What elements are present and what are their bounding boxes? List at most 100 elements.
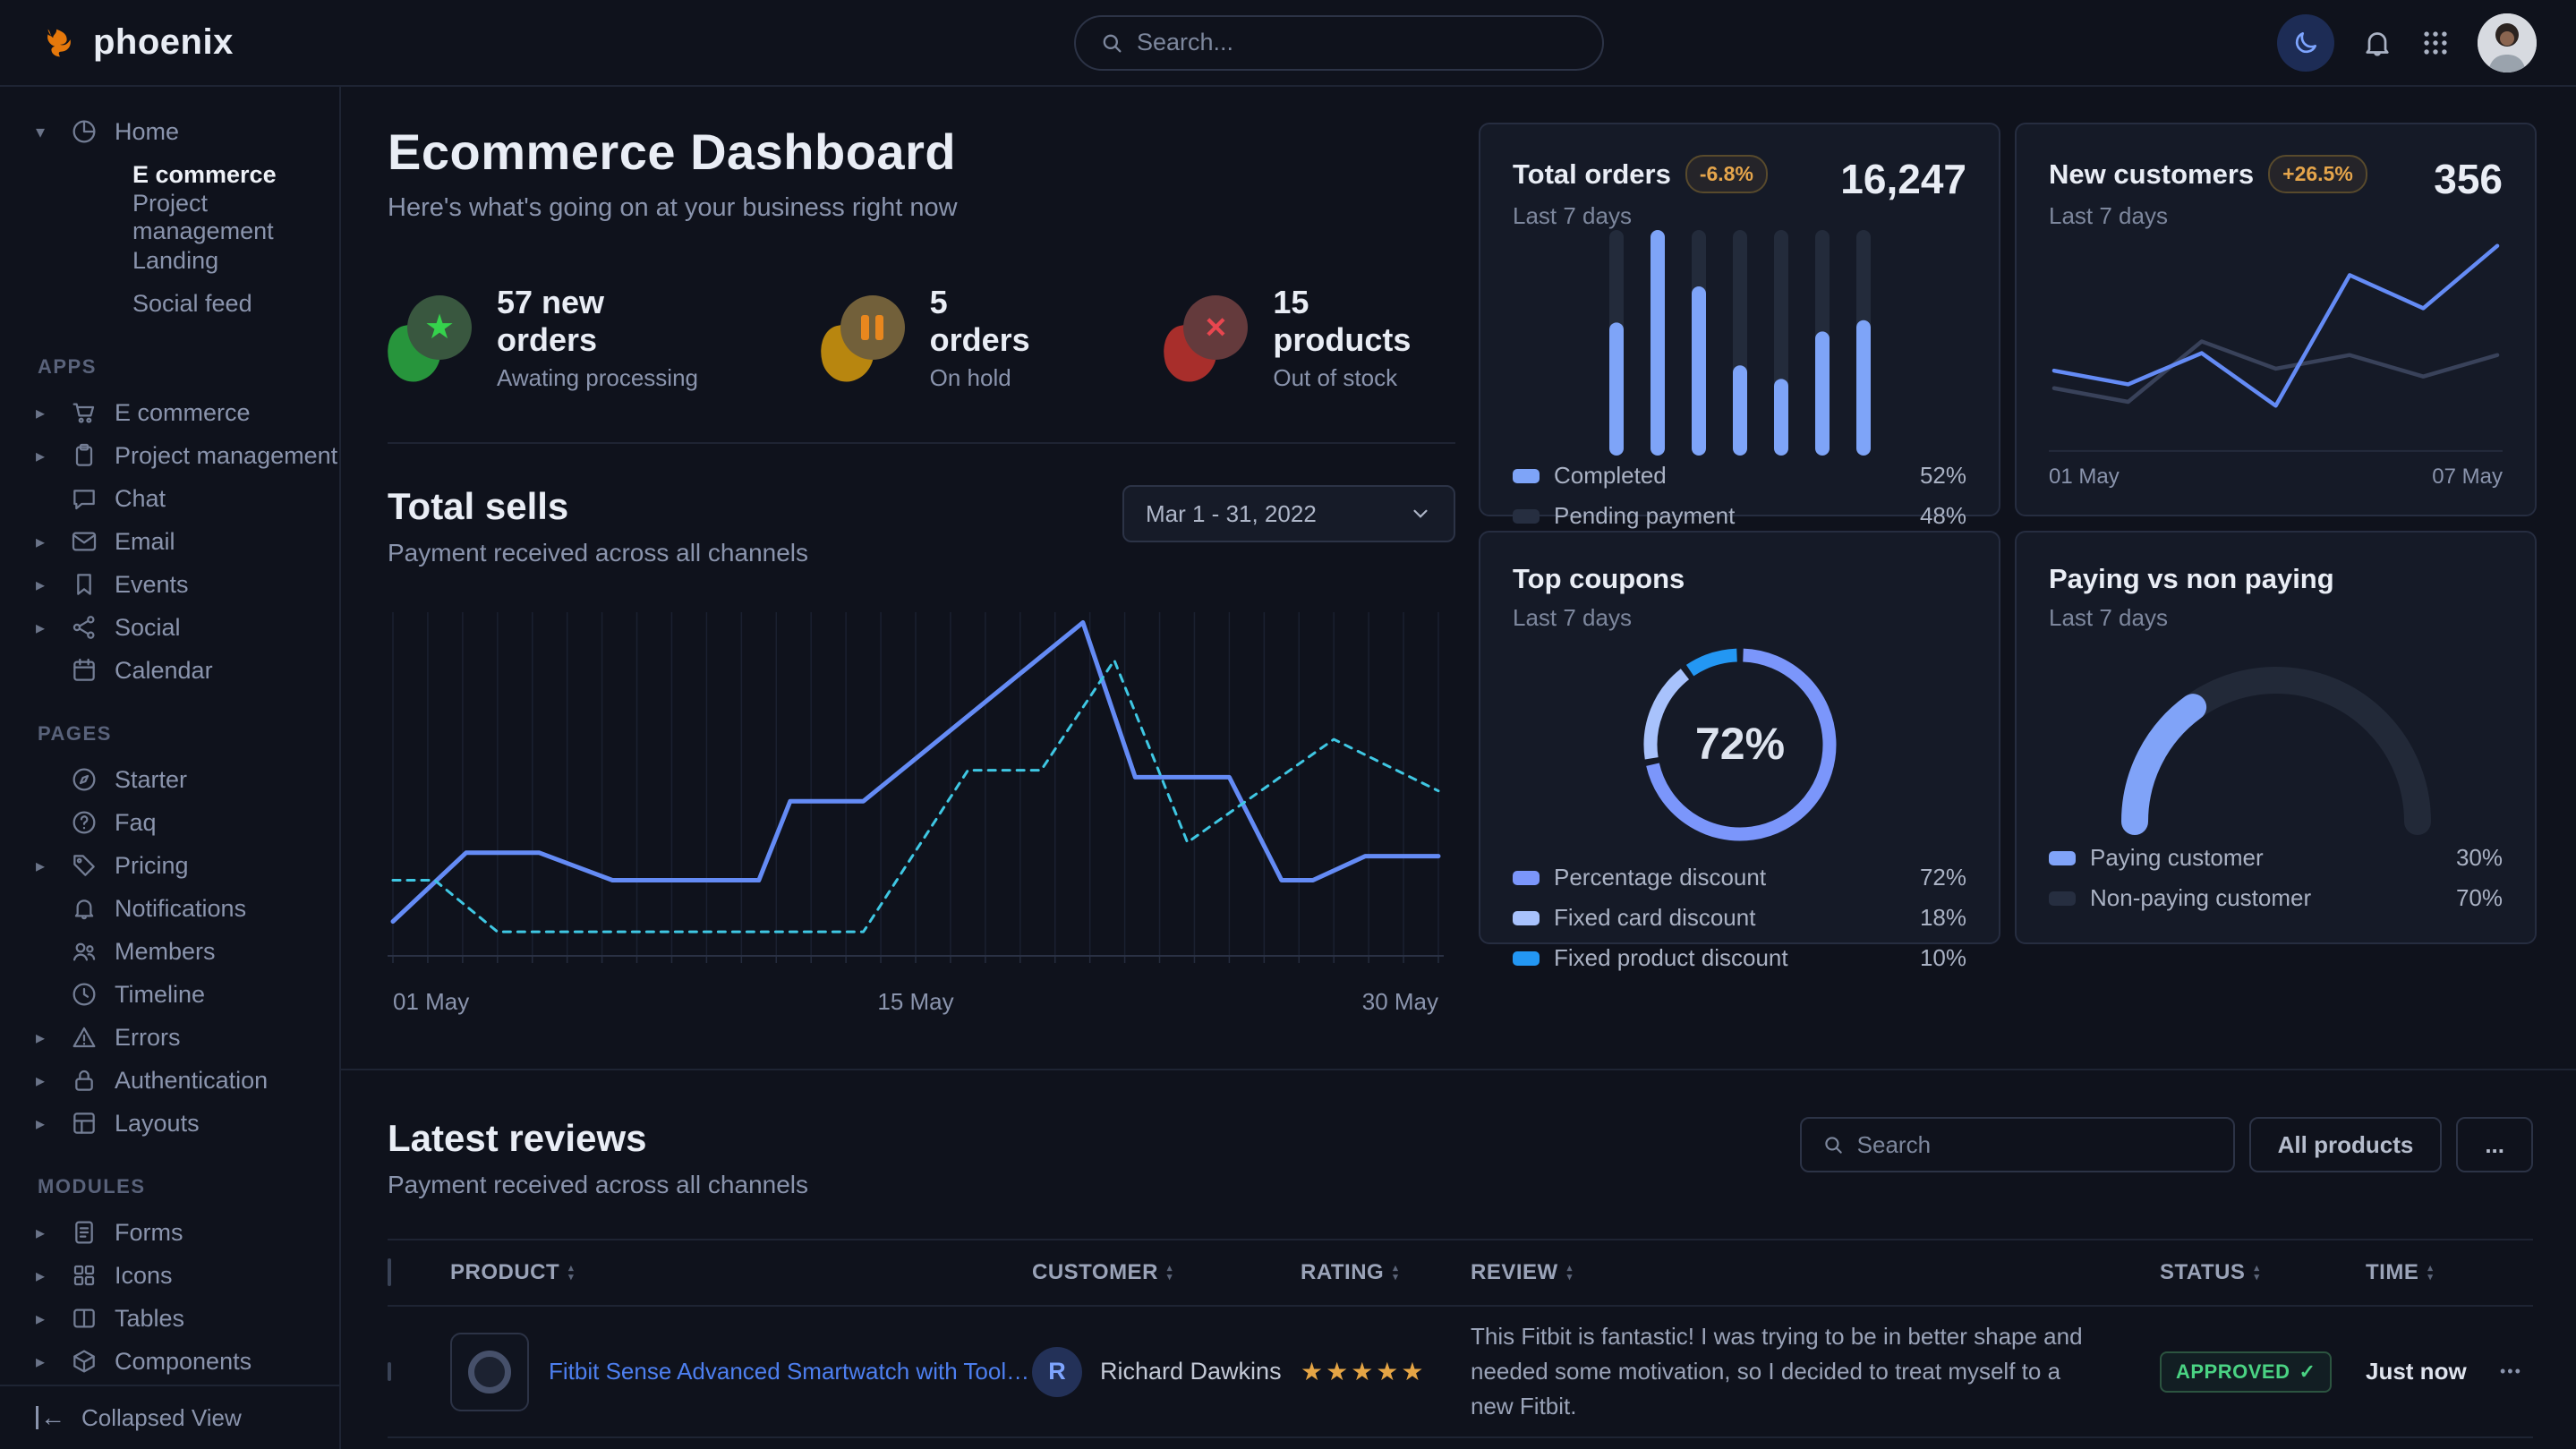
- sidebar-item-home[interactable]: ▾Home: [36, 110, 323, 153]
- column-header-rating[interactable]: RATING▴▾: [1301, 1260, 1471, 1285]
- pie-icon: [70, 116, 100, 147]
- row-checkbox[interactable]: [388, 1362, 391, 1381]
- sidebar-item-pricing[interactable]: ▸Pricing: [36, 844, 323, 887]
- column-header-customer[interactable]: CUSTOMER▴▾: [1032, 1260, 1301, 1285]
- sidebar-item-tables[interactable]: ▸Tables: [36, 1297, 323, 1340]
- question-icon: [70, 807, 100, 838]
- legend-row: Completed52%: [1513, 456, 1966, 496]
- sidebar-item-label: Chat: [115, 485, 166, 513]
- stat-bubble: ★: [407, 295, 472, 360]
- row-menu-button[interactable]: •••: [2500, 1362, 2536, 1381]
- stat-value: 15 products: [1273, 284, 1455, 359]
- legend-row: Paying customer30%: [2049, 838, 2503, 878]
- sidebar-item-errors[interactable]: ▸Errors: [36, 1016, 323, 1059]
- sidebar-item-faq[interactable]: Faq: [36, 801, 323, 844]
- change-badge: -6.8%: [1685, 155, 1768, 193]
- sidebar-item-calendar[interactable]: Calendar: [36, 649, 323, 692]
- global-search[interactable]: [1074, 15, 1604, 71]
- grid-icon: [70, 1260, 100, 1291]
- bell-icon: [70, 893, 100, 924]
- legend-label: Completed: [1554, 462, 1667, 490]
- star-stat-icon: ★: [388, 295, 473, 381]
- sidebar-item-timeline[interactable]: Timeline: [36, 973, 323, 1016]
- sidebar-section-label: MODULES: [38, 1175, 323, 1198]
- product-link[interactable]: Fitbit Sense Advanced Smartwatch with To…: [549, 1358, 1032, 1385]
- sidebar-item-members[interactable]: Members: [36, 930, 323, 973]
- sidebar-item-icons[interactable]: ▸Icons: [36, 1254, 323, 1297]
- all-products-button[interactable]: All products: [2249, 1117, 2443, 1172]
- card-title: Top coupons: [1513, 563, 1685, 595]
- divider: [388, 442, 1455, 444]
- sidebar-item-label: Email: [115, 528, 175, 556]
- sort-icon: ▴▾: [1393, 1264, 1398, 1282]
- topbar: phoenix: [0, 0, 2576, 87]
- column-header-status[interactable]: STATUS ▴▾: [2160, 1260, 2366, 1285]
- sidebar-item-events[interactable]: ▸Events: [36, 563, 323, 606]
- notifications-button[interactable]: [2361, 27, 2393, 59]
- latest-reviews-section: Latest reviews Payment received across a…: [388, 1070, 2533, 1449]
- collapse-view-button[interactable]: ← Collapsed View: [0, 1385, 339, 1449]
- moon-icon: [2291, 29, 2320, 57]
- sidebar-item-forms[interactable]: ▸Forms: [36, 1211, 323, 1254]
- legend-value: 72%: [1920, 864, 1966, 891]
- sidebar-item-label: Forms: [115, 1219, 183, 1247]
- sidebar-subitem-project-management[interactable]: Project management: [36, 196, 323, 239]
- time-cell: Just now: [2366, 1358, 2500, 1385]
- legend-value: 10%: [1920, 944, 1966, 972]
- sidebar-item-e-commerce[interactable]: ▸E commerce: [36, 391, 323, 434]
- caret-icon: ▸: [36, 531, 55, 553]
- user-avatar[interactable]: [2478, 13, 2537, 72]
- caret-icon: ▾: [36, 121, 55, 143]
- sidebar-subitem-social-feed[interactable]: Social feed: [36, 282, 323, 325]
- caret-icon: ▸: [36, 1351, 55, 1373]
- pause-stat-icon: [821, 295, 907, 381]
- select-all-checkbox[interactable]: [388, 1258, 391, 1286]
- sidebar-item-authentication[interactable]: ▸Authentication: [36, 1059, 323, 1102]
- legend-chip: [2049, 851, 2076, 865]
- reviews-search[interactable]: [1800, 1117, 2235, 1172]
- column-header-product[interactable]: PRODUCT▴▾: [450, 1260, 1032, 1285]
- sidebar-item-label: Social: [115, 614, 181, 642]
- sidebar-item-starter[interactable]: Starter: [36, 758, 323, 801]
- chat-icon: [70, 483, 100, 514]
- sidebar-item-layouts[interactable]: ▸Layouts: [36, 1102, 323, 1145]
- stat-caption: On hold: [930, 364, 1057, 392]
- sidebar-item-project-management[interactable]: ▸Project management: [36, 434, 323, 477]
- theme-toggle[interactable]: [2277, 14, 2334, 72]
- sidebar-item-label: Icons: [115, 1262, 173, 1290]
- reviews-subtitle: Payment received across all channels: [388, 1171, 808, 1199]
- reviews-search-input[interactable]: [1857, 1131, 2213, 1159]
- date-range-select[interactable]: Mar 1 - 31, 2022: [1122, 485, 1455, 542]
- sidebar-item-chat[interactable]: Chat: [36, 477, 323, 520]
- cart-icon: [70, 397, 100, 428]
- sidebar-subitem-landing[interactable]: Landing: [36, 239, 323, 282]
- page-title: Ecommerce Dashboard: [388, 123, 1455, 181]
- apps-menu-button[interactable]: [2420, 28, 2451, 58]
- sort-icon: ▴▾: [2254, 1264, 2259, 1282]
- column-header-review[interactable]: REVIEW▴▾: [1471, 1260, 2160, 1285]
- card-value: 356: [2434, 155, 2503, 203]
- paying-card: Paying vs non paying Last 7 days Paying …: [2015, 531, 2537, 944]
- sidebar-item-components[interactable]: ▸Components: [36, 1340, 323, 1383]
- sidebar-item-email[interactable]: ▸ Email: [36, 520, 323, 563]
- lock-icon: [70, 1065, 100, 1095]
- column-label: STATUS: [2160, 1260, 2245, 1285]
- compass-icon: [70, 764, 100, 795]
- sidebar-item-label: Starter: [115, 766, 187, 794]
- legend-chip: [1513, 469, 1540, 483]
- search-input[interactable]: [1137, 29, 1579, 56]
- brand-logo[interactable]: phoenix: [39, 22, 234, 64]
- sidebar-item-social[interactable]: ▸Social: [36, 606, 323, 649]
- legend-value: 30%: [2456, 844, 2503, 872]
- x-stat-icon: ✕: [1164, 295, 1250, 381]
- status-cell: APPROVED✓: [2160, 1351, 2366, 1393]
- column-header-time[interactable]: TIME▴▾: [2366, 1260, 2500, 1285]
- sidebar-item-notifications[interactable]: Notifications: [36, 887, 323, 930]
- sidebar-item-label: Project management: [115, 442, 337, 470]
- stat-bubble: ✕: [1183, 295, 1248, 360]
- stat-bubble: [840, 295, 905, 360]
- svg-text:15 May: 15 May: [877, 988, 953, 1015]
- table-row: Fitbit Sense Advanced Smartwatch with To…: [388, 1307, 2533, 1438]
- phoenix-flame-icon: [39, 22, 81, 64]
- table-menu-button[interactable]: ...: [2456, 1117, 2533, 1172]
